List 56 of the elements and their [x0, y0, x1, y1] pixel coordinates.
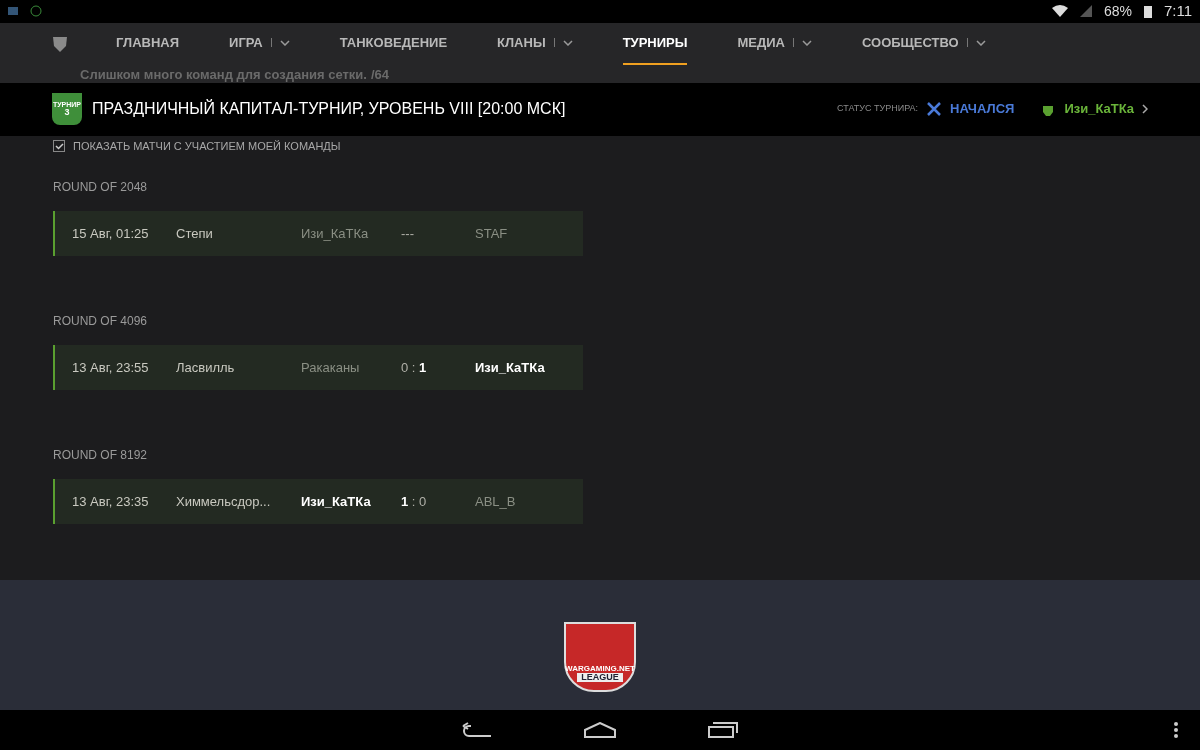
map-name: Степи: [176, 225, 214, 244]
round-title: ROUND OF 8192: [53, 447, 149, 465]
team-link[interactable]: Изи_КаТКа: [1064, 99, 1134, 119]
chevron-down-icon: [562, 39, 573, 46]
team-name: Изи_КаТКа: [301, 225, 370, 244]
dropdown-toggle[interactable]: [792, 38, 812, 47]
signal-icon: [1079, 5, 1092, 18]
battery-icon: [1143, 4, 1152, 18]
dropdown-toggle[interactable]: [270, 38, 290, 47]
team-name: Изи_КаТКа: [475, 359, 545, 378]
team-name: ABL_B: [475, 493, 516, 512]
match-row[interactable]: 13 Авг, 23:55 Ласвилль Ракаканы 0 : 1 Изи_КаТКа: [53, 345, 583, 391]
nav-tab[interactable]: ТУРНИРЫ: [622, 22, 688, 65]
match-score: 0 : 1: [401, 359, 427, 378]
chevron-down-icon: [975, 39, 986, 46]
map-name: Ласвилль: [176, 359, 236, 378]
more-icon[interactable]: [1174, 721, 1178, 738]
chevron-right-icon: [1142, 104, 1148, 115]
match-row[interactable]: 13 Авг, 23:35 Химмельсдор... Изи_КаТКа 1 : 0 ABL_B: [53, 479, 583, 525]
match-score: 1 : 0: [401, 493, 427, 512]
nav-tab[interactable]: СООБЩЕСТВО: [861, 22, 986, 65]
match-score: ---: [401, 225, 414, 244]
nav-tab[interactable]: ТАНКОВЕДЕНИЕ: [339, 22, 448, 65]
team-name: Изи_КаТКа: [301, 493, 372, 512]
chevron-down-icon: [801, 39, 812, 46]
match-date: 15 Авг, 01:25: [72, 225, 150, 244]
home-icon[interactable]: [583, 721, 617, 738]
checkbox[interactable]: [53, 140, 65, 153]
clock: 7:11: [1163, 1, 1192, 21]
nav-tab[interactable]: ГЛАВНАЯ: [116, 22, 180, 65]
battery-percent: 68%: [1103, 1, 1132, 21]
status-label: СТАТУС ТУРНИРА:: [837, 102, 919, 116]
back-icon[interactable]: [461, 721, 493, 738]
round-title: ROUND OF 2048: [53, 179, 149, 197]
nav-tab[interactable]: МЕДИА: [737, 22, 812, 65]
dropdown-toggle[interactable]: [553, 38, 573, 47]
shield-logo-icon[interactable]: [52, 34, 68, 53]
nav-tab[interactable]: КЛАНЫ: [497, 22, 573, 65]
round-title: ROUND OF 4096: [53, 313, 149, 331]
recent-apps-icon[interactable]: [707, 720, 739, 739]
wifi-icon: [1051, 5, 1068, 18]
match-date: 13 Авг, 23:35: [72, 493, 150, 512]
notification-icon: [8, 7, 18, 16]
match-date: 13 Авг, 23:55: [72, 359, 150, 378]
nav-tab[interactable]: ИГРА: [229, 22, 290, 65]
team-name: STAF: [475, 225, 508, 244]
dropdown-toggle[interactable]: [966, 38, 986, 47]
notice-text: Слишком много команд для создания сетки. /64: [80, 65, 390, 84]
team-name: Ракаканы: [301, 359, 361, 378]
tournament-status: НАЧАЛСЯ: [950, 100, 1015, 119]
checkbox-label[interactable]: ПОКАЗАТЬ МАТЧИ С УЧАСТИЕМ МОЕЙ КОМАНДЫ: [73, 138, 341, 155]
chevron-down-icon: [279, 39, 290, 46]
badge-icon: [30, 5, 42, 18]
match-row[interactable]: 15 Авг, 01:25 Степи Изи_КаТКа --- STAF: [53, 211, 583, 257]
map-name: Химмельсдор...: [176, 493, 272, 512]
tournament-title: ПРАЗДНИЧНЫЙ КАПИТАЛ-ТУРНИР, УРОВЕНЬ VIII [20:00 МСК]: [92, 98, 566, 120]
